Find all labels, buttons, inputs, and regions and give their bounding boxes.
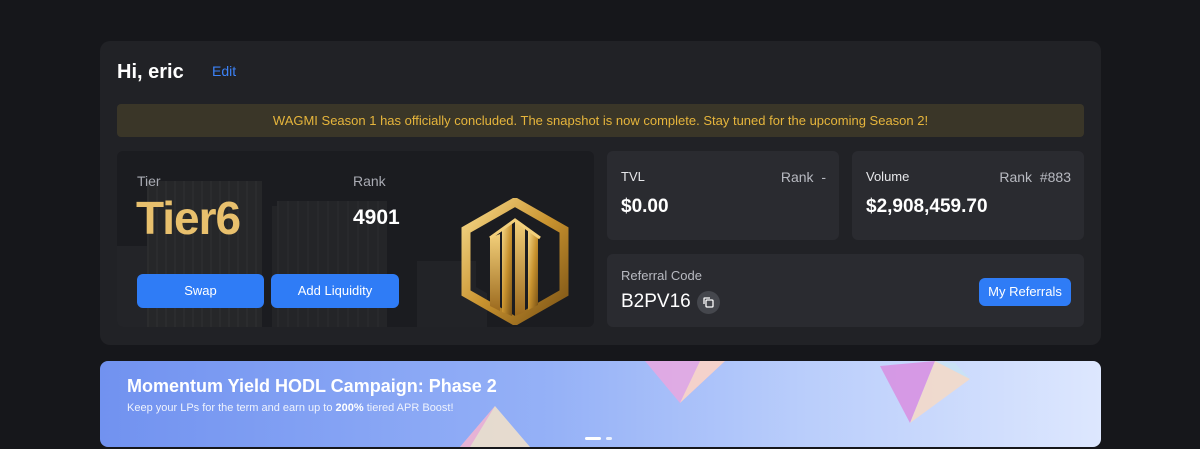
volume-rank-label: Rank — [999, 169, 1033, 185]
tvl-rank-label: Rank — [780, 169, 814, 185]
volume-label: Volume — [866, 169, 910, 184]
profile-card: Hi, eric Edit WAGMI Season 1 has officia… — [100, 41, 1101, 345]
referral-code: B2PV16 — [621, 291, 691, 312]
tier-emblem-icon — [461, 198, 569, 325]
promo-subtitle-suffix: tiered APR Boost! — [363, 402, 454, 414]
tier-label: Tier — [137, 173, 161, 189]
swap-button[interactable]: Swap — [137, 274, 264, 308]
carousel-dots — [585, 430, 617, 447]
promo-title: Momentum Yield HODL Campaign: Phase 2 — [127, 376, 497, 396]
edit-link[interactable]: Edit — [212, 63, 236, 79]
carousel-dot-1[interactable] — [585, 437, 601, 441]
my-referrals-button[interactable]: My Referrals — [979, 278, 1071, 306]
tvl-rank: Rank - — [781, 169, 826, 185]
tier-value: Tier6 — [136, 192, 241, 244]
season-banner: WAGMI Season 1 has officially concluded.… — [117, 104, 1084, 137]
copy-button[interactable] — [697, 291, 720, 314]
volume-card: Volume Rank #883 $2,908,459.70 — [852, 151, 1084, 240]
promo-subtitle-prefix: Keep your LPs for the term and earn up t… — [127, 402, 336, 414]
copy-icon — [703, 297, 714, 308]
tvl-value: $0.00 — [621, 196, 669, 217]
rank-value: 4901 — [353, 206, 400, 229]
crystal-decoration — [460, 406, 530, 447]
tvl-card: TVL Rank - $0.00 — [607, 151, 839, 240]
volume-rank-value: #883 — [1039, 169, 1071, 185]
carousel-dot-2[interactable] — [606, 437, 612, 441]
promo-subtitle-highlight: 200% — [335, 402, 364, 414]
crystal-decoration — [880, 361, 970, 423]
crystal-decoration — [645, 361, 725, 403]
promo-banner[interactable]: Momentum Yield HODL Campaign: Phase 2 Ke… — [100, 361, 1101, 447]
tvl-rank-value: - — [821, 169, 826, 185]
rank-label: Rank — [353, 173, 386, 189]
greeting: Hi, eric — [117, 61, 184, 83]
add-liquidity-button[interactable]: Add Liquidity — [271, 274, 399, 308]
tier-card: Tier Tier6 Rank 4901 Swap Add Liquidity — [117, 151, 594, 327]
promo-subtitle: Keep your LPs for the term and earn up t… — [127, 402, 454, 414]
tvl-label: TVL — [621, 169, 645, 184]
referral-card: Referral Code B2PV16 My Referrals — [607, 254, 1084, 327]
referral-label: Referral Code — [621, 268, 702, 283]
volume-rank: Rank #883 — [999, 169, 1071, 185]
volume-value: $2,908,459.70 — [866, 196, 988, 217]
